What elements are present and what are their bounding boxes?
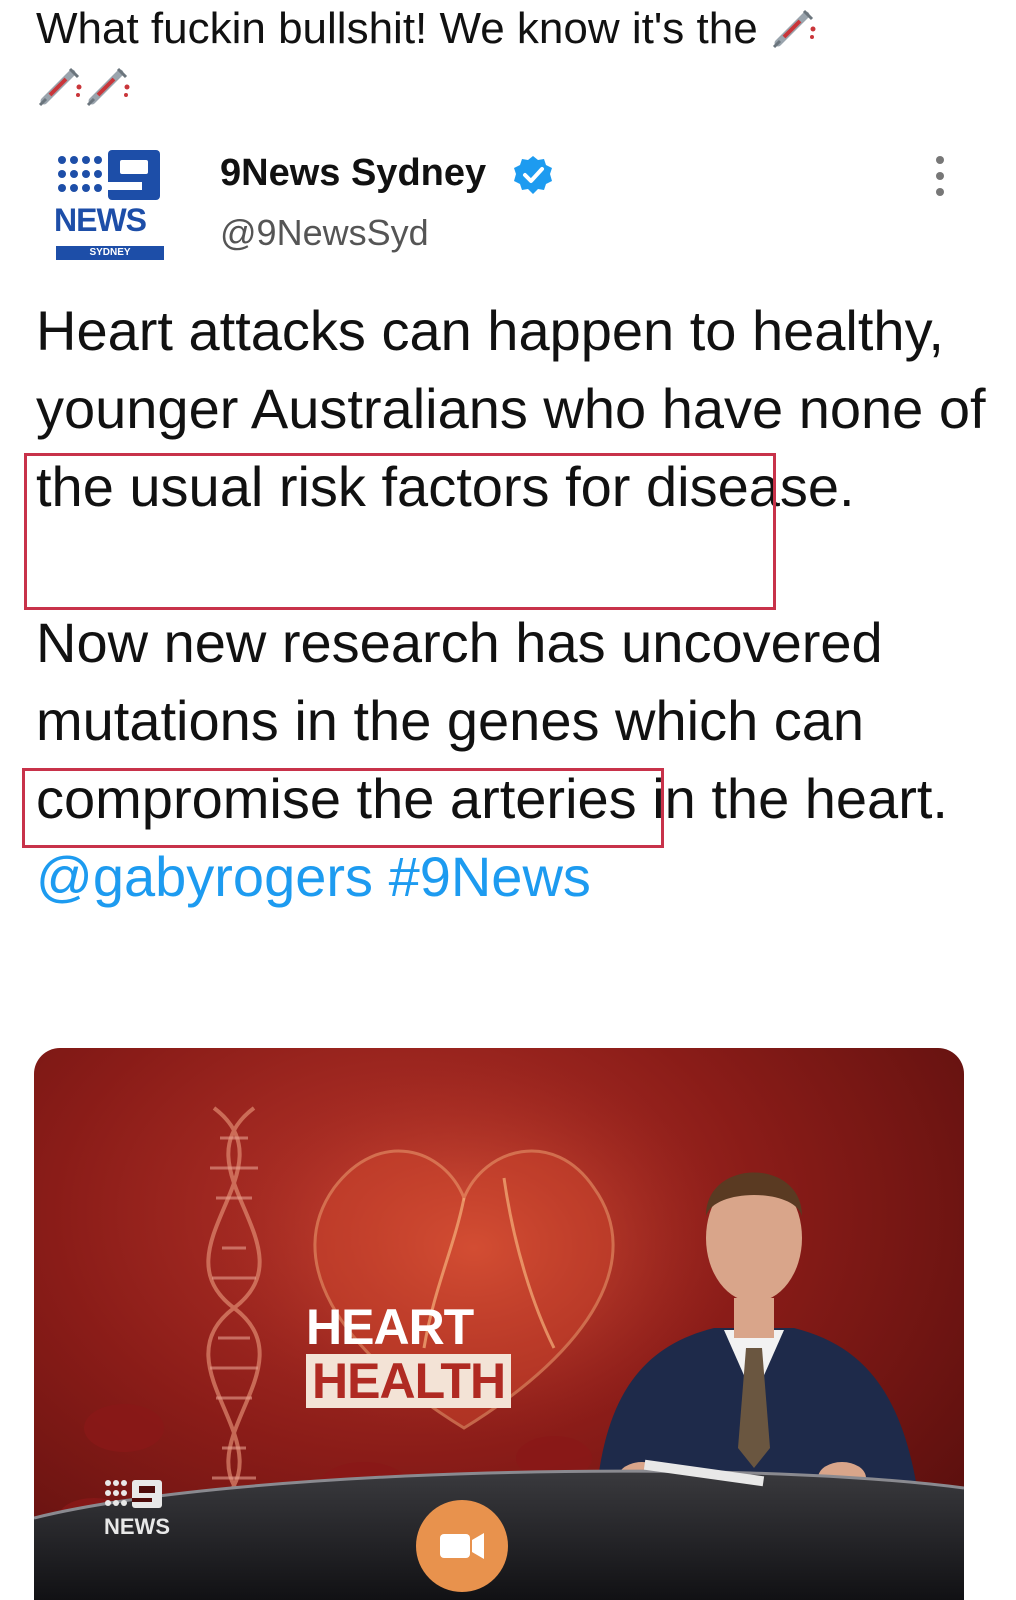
more-options-icon[interactable] [930,152,950,202]
video-play-button[interactable] [416,1500,508,1592]
logo-dots-icon [58,156,102,192]
overlay-headline: HEART HEALTH [306,1299,512,1408]
syringe-icon [770,3,818,51]
overlay-line-2: HEALTH [306,1354,512,1408]
highlight-box-risk-factors [24,453,776,610]
tweet-paragraph-2: Now new research has uncovered mutations… [36,604,996,916]
author-handle[interactable]: @9NewsSyd [220,212,429,254]
caption-text: What fuckin bullshit! We know it's the [36,4,758,53]
mention-link[interactable]: @gabyrogers [36,845,373,908]
tweet-media-image[interactable]: HEART HEALTH NEWS [34,1048,964,1600]
overlay-line-1: HEART [306,1299,474,1355]
watermark-nine-icon [105,1480,162,1508]
video-camera-icon [440,1533,484,1559]
syringe-icon [36,61,84,109]
logo-wordmark: NEWS [54,202,147,238]
paragraph-2-highlight: mutations in the genes [36,689,600,752]
watermark-text: NEWS [104,1514,170,1539]
tweet-header: NEWS SYDNEY 9News Sydney @9NewsSyd [0,140,1016,270]
post-caption: What fuckin bullshit! We know it's the [36,0,986,116]
logo-subtext: SYDNEY [56,246,164,260]
verified-badge-icon [514,156,552,194]
highlight-box-gene-mutations [22,768,664,848]
author-name[interactable]: 9News Sydney [220,152,486,195]
9news-logo[interactable]: NEWS SYDNEY [52,148,170,266]
paragraph-2-text: Now new research has uncovered [36,611,883,674]
syringe-icon [84,61,132,109]
hashtag-link[interactable]: #9News [389,845,591,908]
logo-nine-mark [108,150,160,200]
media-watermark-logo: NEWS [104,1478,184,1539]
